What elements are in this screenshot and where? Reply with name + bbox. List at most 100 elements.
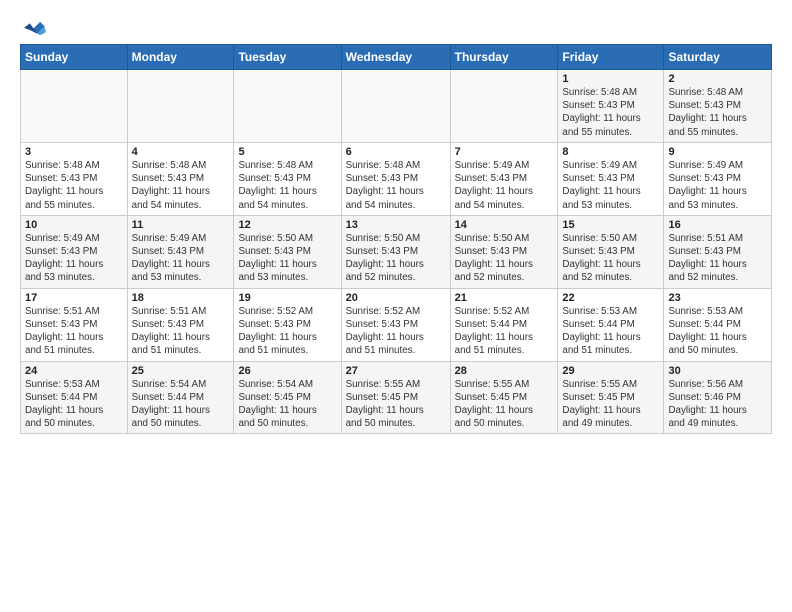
calendar-cell: 17Sunrise: 5:51 AM Sunset: 5:43 PM Dayli… (21, 288, 128, 361)
header-monday: Monday (127, 45, 234, 70)
day-info: Sunrise: 5:55 AM Sunset: 5:45 PM Dayligh… (455, 378, 554, 431)
calendar-cell (21, 70, 128, 143)
day-number: 25 (132, 365, 230, 377)
calendar-cell: 19Sunrise: 5:52 AM Sunset: 5:43 PM Dayli… (234, 288, 341, 361)
day-info: Sunrise: 5:55 AM Sunset: 5:45 PM Dayligh… (562, 378, 659, 431)
day-number: 9 (668, 146, 767, 158)
calendar-cell: 3Sunrise: 5:48 AM Sunset: 5:43 PM Daylig… (21, 142, 128, 215)
day-info: Sunrise: 5:48 AM Sunset: 5:43 PM Dayligh… (25, 159, 123, 212)
day-info: Sunrise: 5:50 AM Sunset: 5:43 PM Dayligh… (346, 232, 446, 285)
header-friday: Friday (558, 45, 664, 70)
calendar-cell: 13Sunrise: 5:50 AM Sunset: 5:43 PM Dayli… (341, 215, 450, 288)
calendar-cell: 4Sunrise: 5:48 AM Sunset: 5:43 PM Daylig… (127, 142, 234, 215)
header-tuesday: Tuesday (234, 45, 341, 70)
page: Sunday Monday Tuesday Wednesday Thursday… (0, 0, 792, 444)
day-number: 29 (562, 365, 659, 377)
calendar-cell: 14Sunrise: 5:50 AM Sunset: 5:43 PM Dayli… (450, 215, 558, 288)
day-info: Sunrise: 5:48 AM Sunset: 5:43 PM Dayligh… (238, 159, 336, 212)
calendar-cell (341, 70, 450, 143)
calendar-cell: 15Sunrise: 5:50 AM Sunset: 5:43 PM Dayli… (558, 215, 664, 288)
calendar-week-row: 17Sunrise: 5:51 AM Sunset: 5:43 PM Dayli… (21, 288, 772, 361)
day-info: Sunrise: 5:49 AM Sunset: 5:43 PM Dayligh… (455, 159, 554, 212)
calendar-cell: 12Sunrise: 5:50 AM Sunset: 5:43 PM Dayli… (234, 215, 341, 288)
day-info: Sunrise: 5:50 AM Sunset: 5:43 PM Dayligh… (562, 232, 659, 285)
day-info: Sunrise: 5:51 AM Sunset: 5:43 PM Dayligh… (668, 232, 767, 285)
header-saturday: Saturday (664, 45, 772, 70)
calendar-cell: 26Sunrise: 5:54 AM Sunset: 5:45 PM Dayli… (234, 361, 341, 434)
calendar-cell: 24Sunrise: 5:53 AM Sunset: 5:44 PM Dayli… (21, 361, 128, 434)
day-number: 15 (562, 219, 659, 231)
day-number: 1 (562, 73, 659, 85)
day-info: Sunrise: 5:48 AM Sunset: 5:43 PM Dayligh… (346, 159, 446, 212)
day-number: 4 (132, 146, 230, 158)
calendar-cell: 7Sunrise: 5:49 AM Sunset: 5:43 PM Daylig… (450, 142, 558, 215)
day-info: Sunrise: 5:52 AM Sunset: 5:43 PM Dayligh… (346, 305, 446, 358)
header-wednesday: Wednesday (341, 45, 450, 70)
day-info: Sunrise: 5:50 AM Sunset: 5:43 PM Dayligh… (455, 232, 554, 285)
day-number: 8 (562, 146, 659, 158)
day-number: 12 (238, 219, 336, 231)
calendar-cell: 22Sunrise: 5:53 AM Sunset: 5:44 PM Dayli… (558, 288, 664, 361)
calendar-cell: 29Sunrise: 5:55 AM Sunset: 5:45 PM Dayli… (558, 361, 664, 434)
day-info: Sunrise: 5:52 AM Sunset: 5:43 PM Dayligh… (238, 305, 336, 358)
day-number: 11 (132, 219, 230, 231)
day-number: 30 (668, 365, 767, 377)
day-info: Sunrise: 5:49 AM Sunset: 5:43 PM Dayligh… (25, 232, 123, 285)
calendar-week-row: 24Sunrise: 5:53 AM Sunset: 5:44 PM Dayli… (21, 361, 772, 434)
day-info: Sunrise: 5:54 AM Sunset: 5:45 PM Dayligh… (238, 378, 336, 431)
calendar-cell: 23Sunrise: 5:53 AM Sunset: 5:44 PM Dayli… (664, 288, 772, 361)
day-info: Sunrise: 5:54 AM Sunset: 5:44 PM Dayligh… (132, 378, 230, 431)
day-number: 10 (25, 219, 123, 231)
calendar-cell: 8Sunrise: 5:49 AM Sunset: 5:43 PM Daylig… (558, 142, 664, 215)
day-number: 26 (238, 365, 336, 377)
day-number: 16 (668, 219, 767, 231)
day-number: 19 (238, 292, 336, 304)
day-info: Sunrise: 5:51 AM Sunset: 5:43 PM Dayligh… (25, 305, 123, 358)
day-number: 14 (455, 219, 554, 231)
calendar-cell: 28Sunrise: 5:55 AM Sunset: 5:45 PM Dayli… (450, 361, 558, 434)
day-info: Sunrise: 5:53 AM Sunset: 5:44 PM Dayligh… (668, 305, 767, 358)
day-info: Sunrise: 5:50 AM Sunset: 5:43 PM Dayligh… (238, 232, 336, 285)
day-number: 27 (346, 365, 446, 377)
day-info: Sunrise: 5:48 AM Sunset: 5:43 PM Dayligh… (668, 86, 767, 139)
day-info: Sunrise: 5:49 AM Sunset: 5:43 PM Dayligh… (132, 232, 230, 285)
day-number: 2 (668, 73, 767, 85)
calendar-cell (450, 70, 558, 143)
calendar-cell: 10Sunrise: 5:49 AM Sunset: 5:43 PM Dayli… (21, 215, 128, 288)
day-info: Sunrise: 5:51 AM Sunset: 5:43 PM Dayligh… (132, 305, 230, 358)
day-number: 22 (562, 292, 659, 304)
day-number: 6 (346, 146, 446, 158)
logo-bird-icon (24, 16, 46, 38)
day-info: Sunrise: 5:49 AM Sunset: 5:43 PM Dayligh… (562, 159, 659, 212)
calendar-cell: 30Sunrise: 5:56 AM Sunset: 5:46 PM Dayli… (664, 361, 772, 434)
calendar-cell: 5Sunrise: 5:48 AM Sunset: 5:43 PM Daylig… (234, 142, 341, 215)
day-info: Sunrise: 5:52 AM Sunset: 5:44 PM Dayligh… (455, 305, 554, 358)
calendar-cell: 11Sunrise: 5:49 AM Sunset: 5:43 PM Dayli… (127, 215, 234, 288)
logo (20, 16, 46, 38)
day-number: 20 (346, 292, 446, 304)
calendar-cell: 1Sunrise: 5:48 AM Sunset: 5:43 PM Daylig… (558, 70, 664, 143)
day-number: 23 (668, 292, 767, 304)
day-info: Sunrise: 5:53 AM Sunset: 5:44 PM Dayligh… (25, 378, 123, 431)
calendar-table: Sunday Monday Tuesday Wednesday Thursday… (20, 44, 772, 434)
day-number: 7 (455, 146, 554, 158)
day-info: Sunrise: 5:53 AM Sunset: 5:44 PM Dayligh… (562, 305, 659, 358)
calendar-cell: 21Sunrise: 5:52 AM Sunset: 5:44 PM Dayli… (450, 288, 558, 361)
calendar-week-row: 1Sunrise: 5:48 AM Sunset: 5:43 PM Daylig… (21, 70, 772, 143)
day-number: 3 (25, 146, 123, 158)
day-number: 18 (132, 292, 230, 304)
header (20, 16, 772, 38)
day-number: 5 (238, 146, 336, 158)
calendar-cell: 18Sunrise: 5:51 AM Sunset: 5:43 PM Dayli… (127, 288, 234, 361)
calendar-cell: 25Sunrise: 5:54 AM Sunset: 5:44 PM Dayli… (127, 361, 234, 434)
day-info: Sunrise: 5:48 AM Sunset: 5:43 PM Dayligh… (562, 86, 659, 139)
calendar-week-row: 10Sunrise: 5:49 AM Sunset: 5:43 PM Dayli… (21, 215, 772, 288)
day-number: 13 (346, 219, 446, 231)
header-sunday: Sunday (21, 45, 128, 70)
calendar-cell: 16Sunrise: 5:51 AM Sunset: 5:43 PM Dayli… (664, 215, 772, 288)
calendar-cell: 2Sunrise: 5:48 AM Sunset: 5:43 PM Daylig… (664, 70, 772, 143)
calendar-cell: 9Sunrise: 5:49 AM Sunset: 5:43 PM Daylig… (664, 142, 772, 215)
header-thursday: Thursday (450, 45, 558, 70)
day-info: Sunrise: 5:49 AM Sunset: 5:43 PM Dayligh… (668, 159, 767, 212)
day-number: 24 (25, 365, 123, 377)
